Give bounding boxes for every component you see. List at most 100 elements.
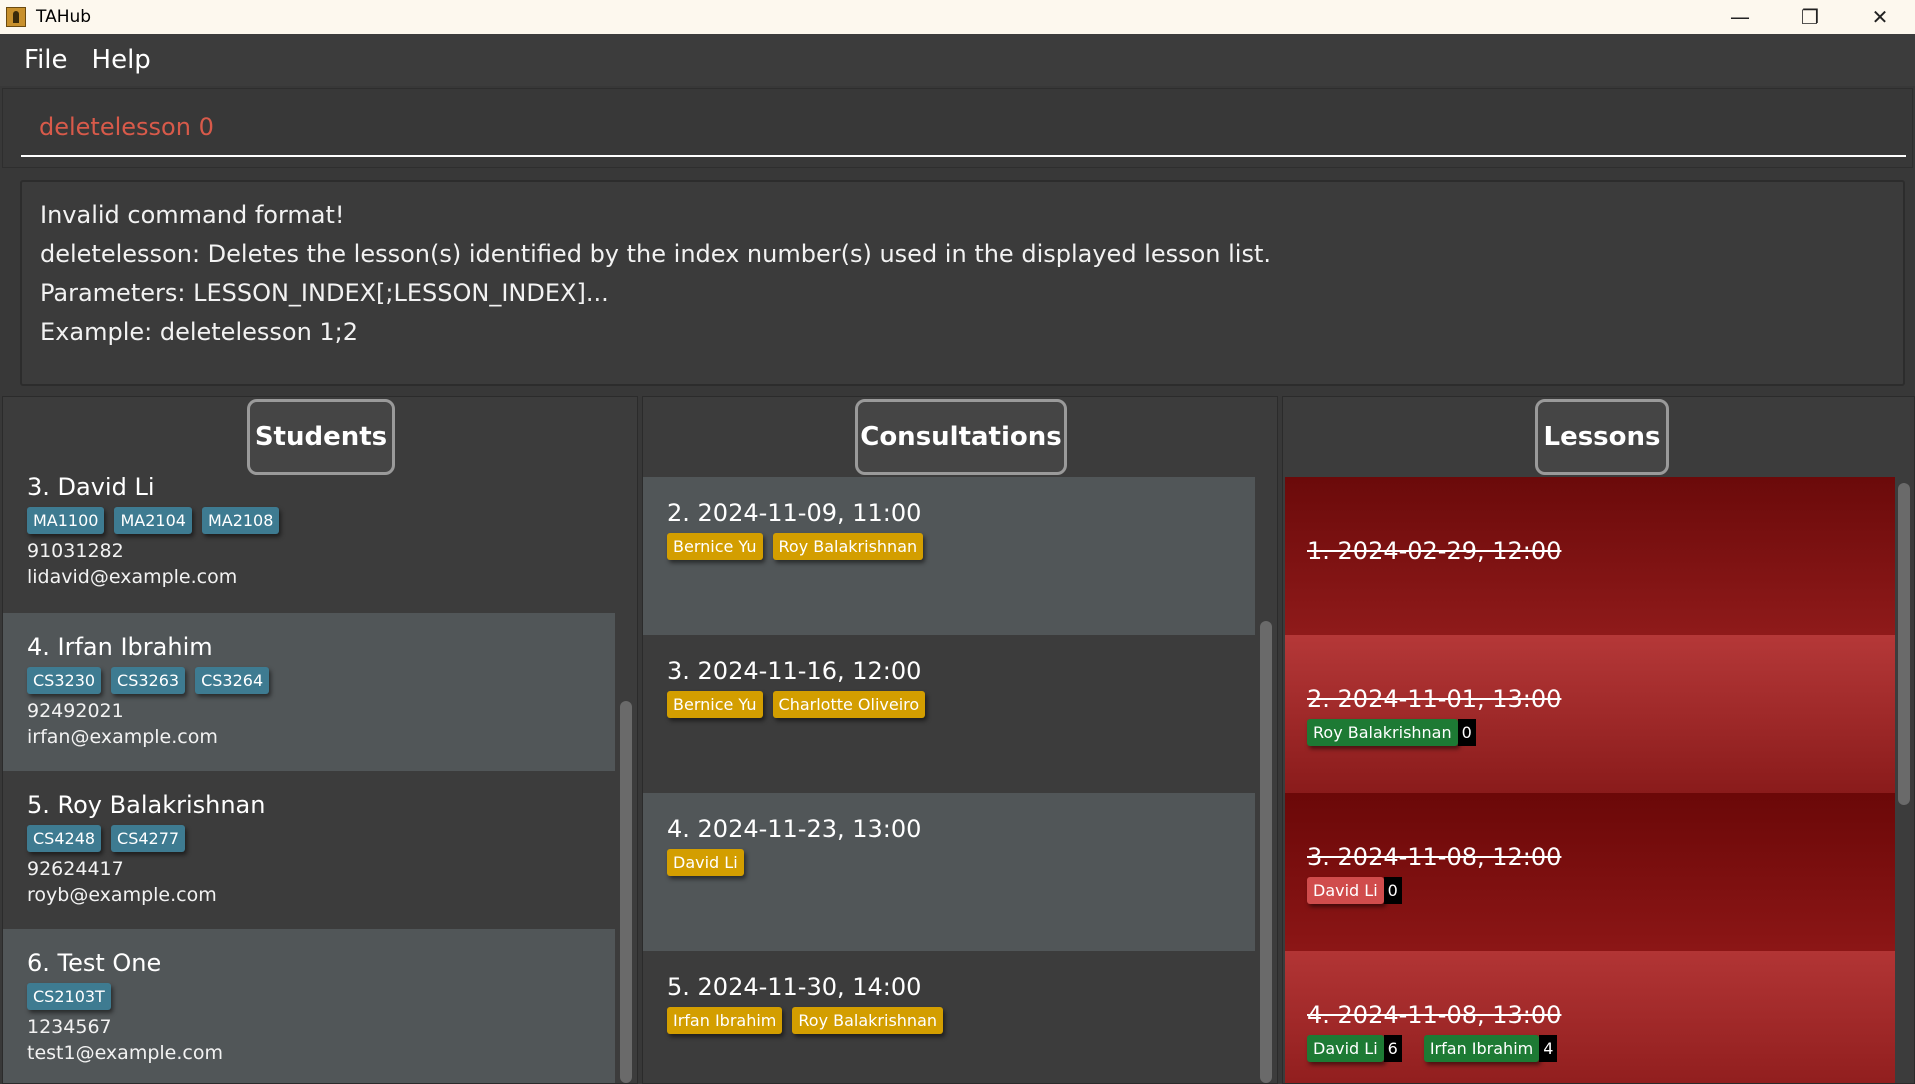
student-card[interactable]: 3. David Li MA1100 MA2104 MA2108 9103128…	[3, 477, 615, 613]
lesson-card[interactable]: 1. 2024-02-29, 12:00	[1285, 477, 1895, 635]
consultation-students: Bernice Yu Roy Balakrishnan	[667, 533, 1255, 560]
student-tag: Charlotte Oliveiro	[772, 691, 926, 718]
student-phone: 1234567	[27, 1016, 112, 1038]
consultations-scrollbar[interactable]	[1259, 477, 1273, 1083]
lesson-card[interactable]: 3. 2024-11-08, 12:00 David Li 0	[1285, 793, 1895, 951]
result-line: Example: deletelesson 1;2	[40, 318, 359, 346]
student-email: test1@example.com	[27, 1042, 223, 1064]
module-tags: CS4248 CS4277	[27, 825, 615, 852]
lesson-datetime: 2. 2024-11-01, 13:00	[1307, 685, 1562, 713]
module-tag: CS3230	[27, 667, 102, 694]
student-card[interactable]: 4. Irfan Ibrahim CS3230 CS3263 CS3264 92…	[3, 613, 615, 771]
maximize-button[interactable]: ❐	[1775, 0, 1845, 34]
menu-file[interactable]: File	[24, 45, 68, 75]
consultation-students: Irfan Ibrahim Roy Balakrishnan	[667, 1007, 1255, 1034]
student-tag: David Li	[1307, 1035, 1384, 1062]
consultation-datetime: 2. 2024-11-09, 11:00	[667, 499, 922, 527]
module-tag: MA2108	[201, 507, 280, 534]
student-list: 3. David Li MA1100 MA2104 MA2108 9103128…	[3, 477, 615, 1083]
student-tag: Roy Balakrishnan	[792, 1007, 944, 1034]
command-box	[2, 88, 1913, 168]
lessons-panel: Lessons 1. 2024-02-29, 12:00 2. 2024-11-…	[1282, 396, 1915, 1084]
lessons-scroll-thumb[interactable]	[1898, 483, 1910, 805]
lesson-students: David Li 6 Irfan Ibrahim 4	[1307, 1035, 1895, 1062]
module-tag: CS3263	[111, 667, 186, 694]
lesson-datetime: 1. 2024-02-29, 12:00	[1307, 537, 1562, 565]
consultation-datetime: 4. 2024-11-23, 13:00	[667, 815, 922, 843]
student-tag: Bernice Yu	[667, 533, 763, 560]
lesson-card[interactable]: 4. 2024-11-08, 13:00 David Li 6 Irfan Ib…	[1285, 951, 1895, 1083]
participation-count: 6	[1383, 1035, 1402, 1062]
module-tag: MA2104	[114, 507, 192, 534]
lesson-datetime: 4. 2024-11-08, 13:00	[1307, 1001, 1562, 1029]
command-input[interactable]	[21, 99, 1906, 157]
consultation-datetime: 5. 2024-11-30, 14:00	[667, 973, 922, 1001]
student-phone: 91031282	[27, 540, 124, 562]
attendance-tag: David Li 6	[1307, 1035, 1402, 1062]
student-tag: Roy Balakrishnan	[1307, 719, 1458, 746]
student-name: 6. Test One	[27, 949, 162, 977]
student-email: irfan@example.com	[27, 726, 218, 748]
minimize-button[interactable]: —	[1705, 0, 1775, 34]
consultations-panel: Consultations 2. 2024-11-09, 11:00 Berni…	[642, 396, 1278, 1084]
module-tags: CS3230 CS3263 CS3264	[27, 667, 615, 694]
window-controls: — ❐ ✕	[1705, 0, 1915, 34]
consultation-students: Bernice Yu Charlotte Oliveiro	[667, 691, 1255, 718]
result-line: Parameters: LESSON_INDEX[;LESSON_INDEX].…	[40, 279, 609, 307]
student-card[interactable]: 5. Roy Balakrishnan CS4248 CS4277 926244…	[3, 771, 615, 929]
student-phone: 92492021	[27, 700, 124, 722]
student-email: royb@example.com	[27, 884, 217, 906]
student-name: 3. David Li	[27, 477, 155, 501]
participation-count: 0	[1383, 877, 1402, 904]
lesson-card[interactable]: 2. 2024-11-01, 13:00 Roy Balakrishnan 0	[1285, 635, 1895, 793]
consultation-card[interactable]: 3. 2024-11-16, 12:00 Bernice Yu Charlott…	[643, 635, 1255, 793]
student-phone: 92624417	[27, 858, 124, 880]
student-email: lidavid@example.com	[27, 566, 238, 588]
result-text-area[interactable]: Invalid command format! deletelesson: De…	[20, 180, 1905, 386]
consultation-list: 2. 2024-11-09, 11:00 Bernice Yu Roy Bala…	[643, 477, 1255, 1083]
student-tag: Irfan Ibrahim	[1423, 1035, 1540, 1062]
lessons-header: Lessons	[1535, 399, 1669, 475]
app-icon	[6, 7, 26, 27]
title-bar: TAHub — ❐ ✕	[0, 0, 1915, 34]
lesson-students: David Li 0	[1307, 877, 1895, 904]
result-display: Invalid command format! deletelesson: De…	[2, 172, 1913, 390]
participation-count: 0	[1457, 719, 1476, 746]
module-tag: CS4248	[27, 825, 102, 852]
consultation-students: David Li	[667, 849, 1255, 876]
students-header: Students	[247, 399, 395, 475]
consultation-card[interactable]: 5. 2024-11-30, 14:00 Irfan Ibrahim Roy B…	[643, 951, 1255, 1083]
student-tag: David Li	[667, 849, 744, 876]
result-line: deletelesson: Deletes the lesson(s) iden…	[40, 240, 1272, 268]
students-scroll-thumb[interactable]	[620, 701, 632, 1083]
lesson-list: 1. 2024-02-29, 12:00 2. 2024-11-01, 13:0…	[1285, 477, 1895, 1083]
lesson-students: Roy Balakrishnan 0	[1307, 719, 1895, 746]
lesson-datetime: 3. 2024-11-08, 12:00	[1307, 843, 1562, 871]
participation-count: 4	[1539, 1035, 1558, 1062]
consultations-scroll-thumb[interactable]	[1260, 621, 1272, 1083]
student-name: 4. Irfan Ibrahim	[27, 633, 213, 661]
lessons-scrollbar[interactable]	[1897, 477, 1911, 1083]
consultation-card[interactable]: 2. 2024-11-09, 11:00 Bernice Yu Roy Bala…	[643, 477, 1255, 635]
module-tags: CS2103T	[27, 983, 615, 1010]
student-tag: David Li	[1307, 877, 1384, 904]
module-tag: CS3264	[195, 667, 270, 694]
attendance-tag: Irfan Ibrahim 4	[1423, 1035, 1558, 1062]
student-card[interactable]: 6. Test One CS2103T 1234567 test1@exampl…	[3, 929, 615, 1083]
student-tag: Bernice Yu	[667, 691, 763, 718]
menu-bar: File Help	[0, 34, 1915, 86]
result-line: Invalid command format!	[40, 201, 345, 229]
consultations-header: Consultations	[855, 399, 1067, 475]
consultation-datetime: 3. 2024-11-16, 12:00	[667, 657, 922, 685]
consultation-card[interactable]: 4. 2024-11-23, 13:00 David Li	[643, 793, 1255, 951]
close-button[interactable]: ✕	[1845, 0, 1915, 34]
window-title: TAHub	[36, 7, 92, 27]
attendance-tag: David Li 0	[1307, 877, 1402, 904]
menu-help[interactable]: Help	[92, 45, 151, 75]
attendance-tag: Roy Balakrishnan 0	[1307, 719, 1476, 746]
students-scrollbar[interactable]	[619, 477, 633, 1083]
student-tag: Roy Balakrishnan	[772, 533, 924, 560]
module-tag: MA1100	[27, 507, 105, 534]
students-panel: Students 3. David Li MA1100 MA2104 MA210…	[2, 396, 638, 1084]
student-tag: Irfan Ibrahim	[667, 1007, 783, 1034]
